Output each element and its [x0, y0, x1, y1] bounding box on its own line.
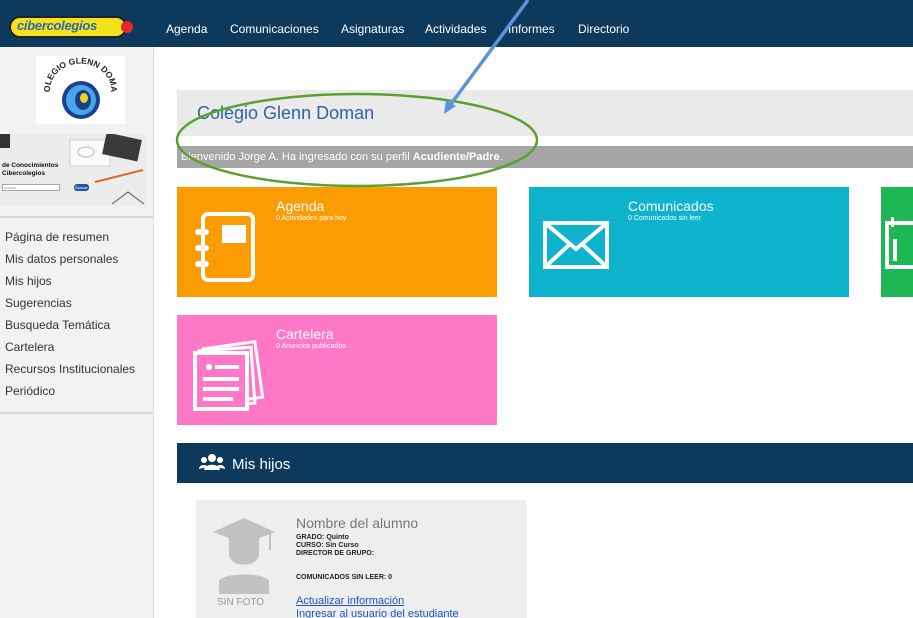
sidebar-item-cartelera[interactable]: Cartelera	[5, 336, 135, 358]
page-title: Colegio Glenn Doman	[197, 103, 375, 123]
student-name: Nombre del alumno	[296, 515, 419, 531]
nav-informes[interactable]: Informes	[508, 22, 555, 36]
banner-search-input[interactable]: buscar	[2, 184, 60, 191]
student-card: SIN FOTO Nombre del alumno GRADO: Quinto…	[196, 500, 527, 618]
users-icon	[199, 454, 225, 470]
tile-comunicados[interactable]: Comunicados 0 Comunicados sin leer	[529, 187, 849, 297]
graduate-avatar-icon	[213, 518, 275, 594]
student-curso: CURSO: Sin Curso	[296, 542, 359, 549]
school-logo: COLEGIO GLENN DOMAN	[33, 48, 125, 124]
tile-agenda[interactable]: Agenda 0 Actividades para hoy	[177, 187, 497, 297]
children-section-title: Mis hijos	[232, 456, 291, 473]
tile-agenda-subtitle: 0 Actividades para hoy	[276, 215, 347, 222]
tile-cartelera[interactable]: Cartelera 0 Anuncios publicados	[177, 315, 497, 425]
notebook-icon	[195, 212, 255, 282]
welcome-profile: Acudiente/Padre	[412, 151, 500, 163]
banner-search-button[interactable]: Buscar	[74, 184, 89, 191]
sidebar-item-sugerencias[interactable]: Sugerencias	[5, 292, 135, 314]
top-navbar: cibercolegios Agenda Comunicaciones Asig…	[0, 0, 913, 47]
sidebar-item-datos-personales[interactable]: Mis datos personales	[5, 248, 135, 270]
nav-agenda[interactable]: Agenda	[166, 22, 207, 36]
children-section-header: Mis hijos	[177, 443, 913, 483]
tile-comunicados-title: Comunicados	[628, 198, 714, 214]
school-title-bar: Colegio Glenn Doman	[177, 90, 913, 136]
sidebar-item-periodico[interactable]: Periódico	[5, 380, 135, 402]
logo-text: cibercolegios	[17, 18, 97, 33]
envelope-icon	[543, 221, 609, 269]
tile-agenda-title: Agenda	[276, 198, 325, 214]
welcome-suffix: .	[499, 151, 503, 163]
sidebar: COLEGIO GLENN DOMAN de Conocimientos Cib…	[0, 47, 154, 618]
sidebar-menu: Página de resumen Mis datos personales M…	[5, 226, 135, 402]
sidebar-item-resumen[interactable]: Página de resumen	[5, 226, 135, 248]
update-info-link[interactable]: Actualizar información	[296, 595, 404, 607]
tile-calendar[interactable]	[881, 187, 913, 297]
cibercolegios-logo[interactable]: cibercolegios	[9, 16, 137, 38]
student-grado: GRADO: Quinto	[296, 534, 349, 541]
nav-asignaturas[interactable]: Asignaturas	[341, 22, 404, 36]
tile-comunicados-subtitle: 0 Comunicados sin leer	[628, 215, 702, 222]
knowledge-banner[interactable]: de Conocimientos Cibercolegios buscar Bu…	[0, 134, 146, 206]
sidebar-item-recursos[interactable]: Recursos Institucionales	[5, 358, 135, 380]
papers-icon	[193, 339, 265, 411]
no-photo-label: SIN FOTO	[217, 597, 265, 608]
sidebar-item-mis-hijos[interactable]: Mis hijos	[5, 270, 135, 292]
banner-text: de Conocimientos Cibercolegios	[2, 162, 59, 177]
sidebar-divider	[0, 412, 153, 414]
tile-cartelera-title: Cartelera	[276, 326, 334, 342]
student-comunicados: COMUNICADOS SIN LEER: 0	[296, 574, 393, 581]
student-director: DIRECTOR DE GRUPO:	[296, 550, 375, 557]
calendar-icon	[885, 217, 913, 269]
sidebar-item-busqueda[interactable]: Busqueda Temática	[5, 314, 135, 336]
tile-cartelera-subtitle: 0 Anuncios publicados	[276, 343, 346, 350]
nav-actividades[interactable]: Actividades	[425, 22, 486, 36]
nav-directorio[interactable]: Directorio	[578, 22, 629, 36]
student-login-link[interactable]: Ingresar al usuario del estudiante	[296, 608, 459, 618]
sidebar-divider	[0, 216, 153, 218]
logo-dot	[121, 21, 133, 33]
welcome-text: Bienvenido Jorge A. Ha ingresado con su …	[181, 151, 413, 163]
nav-comunicaciones[interactable]: Comunicaciones	[230, 22, 319, 36]
welcome-bar: Bienvenido Jorge A. Ha ingresado con su …	[177, 146, 913, 168]
